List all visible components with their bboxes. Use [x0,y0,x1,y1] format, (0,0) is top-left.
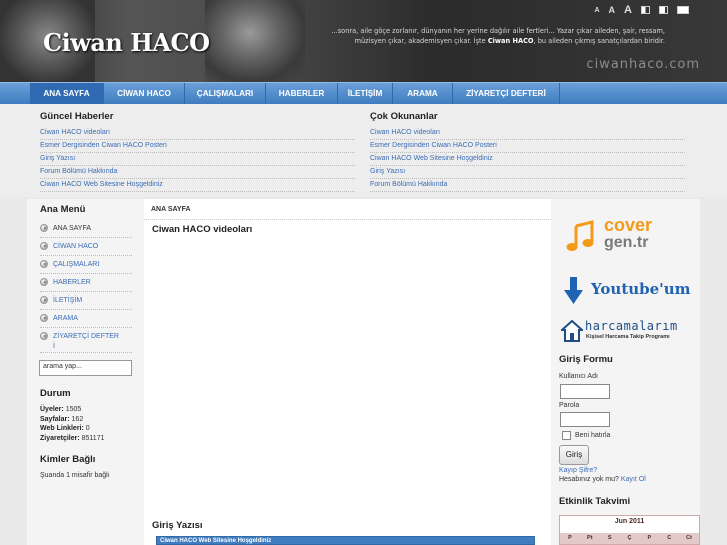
weekday-label: P [647,535,652,541]
menu-item-haberler[interactable]: HABERLER [40,273,132,292]
current-news-list: Ciwan HACO videoları Esmer Dergisinden C… [40,127,355,192]
nav-iletisim[interactable]: İLETİŞİM [338,83,393,104]
welcome-bar: Ciwan HACO Web Sitesine Hoşgeldiniz [156,536,535,545]
site-title[interactable]: Ciwan HACO [43,28,210,57]
menu-item-arama[interactable]: ARAMA [40,309,132,328]
arrow-bullet-icon [40,224,48,232]
weekday-label: P [568,535,572,541]
remember-me-checkbox[interactable] [562,431,571,440]
font-large-button[interactable]: A [624,4,632,16]
covergen-banner[interactable]: cover gen.tr [558,215,700,253]
status-title: Durum [40,388,71,399]
current-news-item[interactable]: Ciwan HACO videoları [40,127,355,140]
menu-item-iletisim[interactable]: İLETİŞİM [40,291,132,310]
harcamalarim-subtitle: Kişisel Harcama Takip Programı [586,334,670,340]
layout-narrow-icon[interactable] [641,6,650,14]
weekday-label: C [667,535,672,541]
stat-web-links: Web Linkleri: 0 [40,425,90,432]
stat-pages: Sayfalar: 162 [40,415,84,423]
article-title-intro[interactable]: Giriş Yazısı [152,520,203,531]
font-medium-button[interactable]: A [609,5,616,15]
font-small-button[interactable]: A [594,7,599,14]
covergen-text-2: gen.tr [604,234,649,251]
nav-ziyaretci-defteri[interactable]: ZİYARETÇİ DEFTERİ [453,83,560,104]
popular-news-item[interactable]: Ciwan HACO videoları [370,127,685,140]
menu-item-ana-sayfa[interactable]: ANA SAYFA [40,219,132,238]
arrow-bullet-icon [40,260,48,268]
article-title-videos[interactable]: Ciwan HACO videoları [152,224,252,235]
header-photo-center [205,0,305,82]
covergen-text-1: cover [604,215,653,235]
current-news-item[interactable]: Giriş Yazısı [40,153,355,166]
online-title: Kimler Bağlı [40,454,96,465]
password-input[interactable] [560,412,610,427]
forgot-password-link[interactable]: Kayıp Şifre? [559,467,597,474]
weekday-label: Ct [686,535,692,541]
current-news-item[interactable]: Ciwan HACO Web Sitesine Hoşgeldiniz [40,179,355,192]
youtube-banner[interactable]: Youtube'um [558,276,700,306]
popular-news-item[interactable]: Giriş Yazısı [370,166,685,179]
nav-calismalari[interactable]: ÇALIŞMALARI [185,83,266,104]
harcamalarim-banner[interactable]: harcamalarım Kişisel Harcama Takip Progr… [558,318,700,346]
weekday-label: Pt [587,535,593,541]
register-link[interactable]: Kayıt Ol [621,476,646,483]
current-news-item[interactable]: Esmer Dergisinden Ciwan HACO Posteri [40,140,355,153]
popular-news-item[interactable]: Ciwan HACO Web Sitesine Hoşgeldiniz [370,153,685,166]
current-news-title: Güncel Haberler [40,111,114,122]
layout-medium-icon[interactable] [659,6,668,14]
login-button[interactable]: Giriş [559,445,589,465]
popular-news-item[interactable]: Forum Bölümü Hakkında [370,179,685,192]
arrow-bullet-icon [40,278,48,286]
menu-item-ziyaretci-defteri[interactable]: ZİYARETÇİ DEFTER İ [40,327,132,353]
house-icon [561,320,583,342]
main-navigation: ANA SAYFA CİWAN HACO ÇALIŞMALARI HABERLE… [0,82,727,104]
main-menu-title: Ana Menü [40,204,86,215]
stat-members: Üyeler: 1505 [40,406,82,413]
username-input[interactable] [560,384,610,399]
site-stats: Üyeler: 1505 Sayfalar: 162 Web Linkleri:… [40,405,104,443]
register-line: Hesabınız yok mu? Kayıt Ol [559,476,646,483]
arrow-bullet-icon [40,332,48,340]
breadcrumb: ANA SAYFA [151,206,191,213]
arrow-bullet-icon [40,296,48,304]
username-label: Kullanıcı Adı [559,373,598,380]
breadcrumb-bar [144,201,551,220]
login-form-title: Giriş Formu [559,354,613,365]
music-note-icon [566,220,594,251]
calendar-weekdays: P Pt S Ç P C Ct [560,533,699,544]
remember-me-label: Beni hatırla [575,432,611,439]
weekday-label: Ç [627,535,632,541]
events-calendar: Jun 2011 P Pt S Ç P C Ct [559,515,700,545]
font-size-tools: A A A [594,4,689,16]
stat-visitors: Ziyaretçiler: 851171 [40,434,105,442]
arrow-bullet-icon [40,242,48,250]
nav-ciwan-haco[interactable]: CİWAN HACO [104,83,185,104]
nav-haberler[interactable]: HABERLER [266,83,338,104]
menu-item-ciwan-haco[interactable]: CİWAN HACO [40,237,132,256]
password-label: Parola [559,402,580,409]
search-input[interactable]: arama yap... [39,360,132,376]
popular-news-title: Çok Okunanlar [370,111,438,122]
arrow-bullet-icon [40,314,48,322]
nav-arama[interactable]: ARAMA [393,83,453,104]
weekday-label: S [607,535,612,541]
popular-news-list: Ciwan HACO videoları Esmer Dergisinden C… [370,127,685,192]
site-watermark: ciwanhaco.com [586,57,700,72]
download-arrow-icon [564,277,583,304]
events-calendar-title: Etkinlik Takvimi [559,496,631,507]
menu-item-calismalari[interactable]: ÇALIŞMALARI [40,255,132,274]
popular-news-item[interactable]: Esmer Dergisinden Ciwan HACO Posteri [370,140,685,153]
layout-wide-icon[interactable] [677,6,689,14]
calendar-month[interactable]: Jun 2011 [560,518,699,525]
nav-ana-sayfa[interactable]: ANA SAYFA [30,83,104,104]
current-news-item[interactable]: Forum Bölümü Hakkında [40,166,355,179]
harcamalarim-title: harcamalarım [585,319,678,333]
site-tagline: ...sonra, aile göçe zorlanır, dünyanın h… [331,27,665,45]
youtube-text: Youtube'um [591,280,691,298]
online-text: Şuanda 1 misafir bağlı [40,472,110,479]
no-account-text: Hesabınız yok mu? [559,476,619,483]
